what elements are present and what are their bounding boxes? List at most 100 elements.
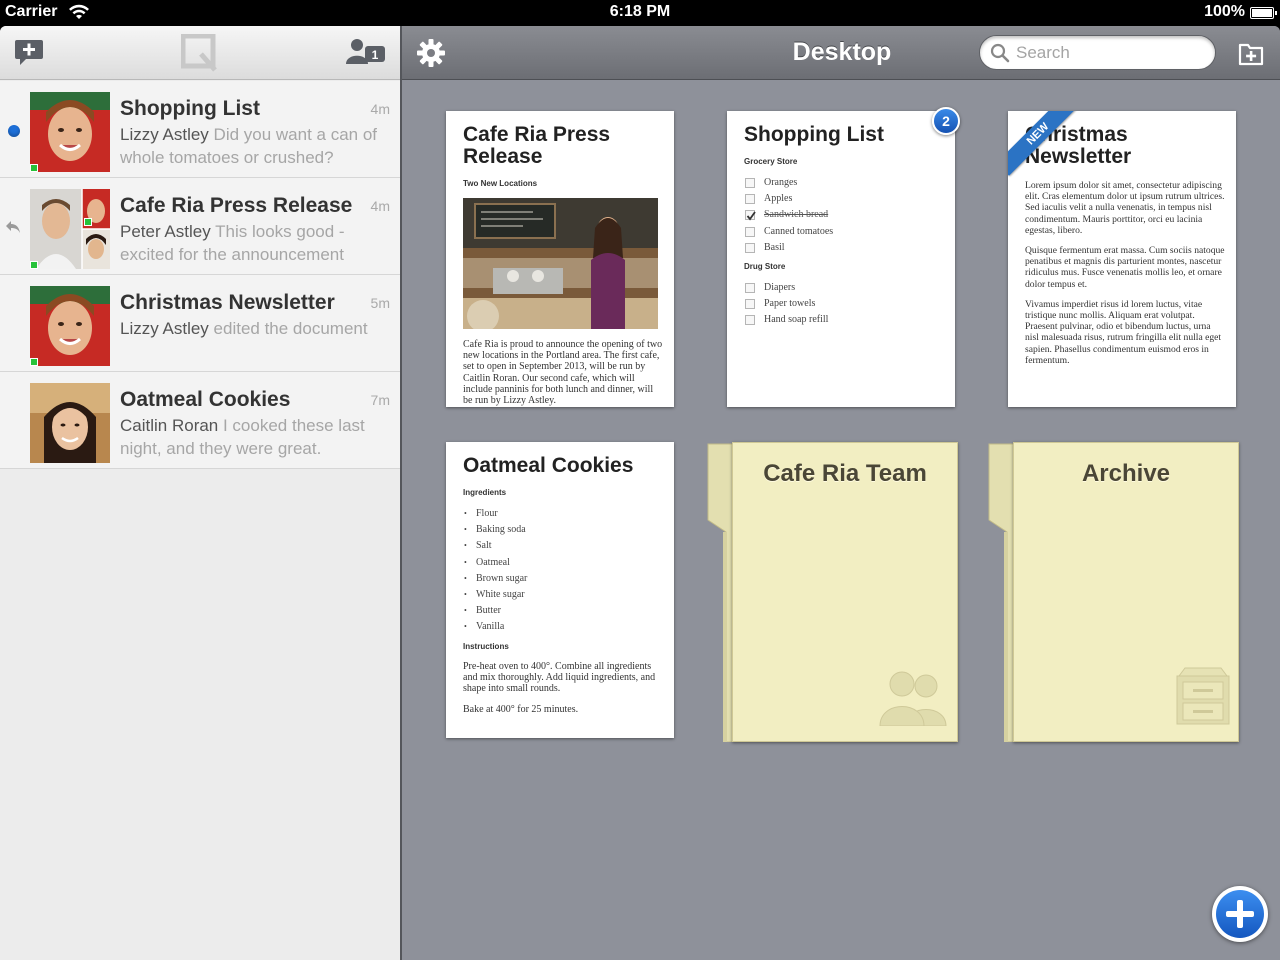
checkbox[interactable] — [745, 283, 755, 293]
document-christmas-newsletter[interactable]: Christmas Newsletter Lorem ipsum dolor s… — [1008, 111, 1236, 407]
list-item: Vanilla — [464, 621, 527, 637]
filing-cabinet-icon — [1176, 667, 1230, 725]
unread-dot-icon — [8, 125, 20, 137]
conversation-pane: 1 Shopping List 4m Lizzy Astley Did you … — [0, 26, 400, 960]
checkbox-checked[interactable] — [745, 210, 756, 221]
list-item: Brown sugar — [464, 573, 527, 589]
new-folder-icon[interactable] — [1238, 40, 1264, 66]
carrier-label: Carrier — [5, 3, 58, 20]
conversation-title: Shopping List — [120, 97, 260, 120]
section-heading: Ingredients — [463, 488, 507, 497]
folder-title: Cafe Ria Team — [763, 460, 927, 487]
plus-icon — [1216, 890, 1264, 938]
section-heading: Instructions — [463, 642, 509, 651]
list-item: Butter — [464, 605, 527, 621]
list-item: Oatmeal — [464, 557, 527, 573]
checklist: Oranges Apples Sandwich bread Canned tom… — [745, 177, 833, 258]
folder-archive[interactable]: Archive — [987, 442, 1243, 744]
folder-cafe-ria-team[interactable]: Cafe Ria Team — [706, 442, 962, 744]
checklist-item[interactable]: Paper towels — [745, 298, 828, 314]
desktop-pane: Desktop Cafe Ria Press Release Two New L… — [400, 26, 1280, 960]
conversation-title: Cafe Ria Press Release — [120, 194, 353, 217]
checklist-item[interactable]: Canned tomatoes — [745, 226, 833, 242]
document-shopping-list[interactable]: Shopping List Grocery Store Oranges Appl… — [727, 107, 960, 407]
document-title: Christmas Newsletter — [1025, 123, 1132, 168]
conversation-shopping-list[interactable]: Shopping List 4m Lizzy Astley Did you wa… — [0, 81, 400, 178]
conversation-cafe-ria-press-release[interactable]: Cafe Ria Press Release 4m Peter Astley T… — [0, 178, 400, 275]
search-box[interactable] — [979, 35, 1216, 70]
contacts-count: 1 — [372, 48, 379, 62]
compose-bubble-icon[interactable] — [14, 38, 44, 66]
page-title: Desktop — [792, 38, 892, 66]
document-body: Lorem ipsum dolor sit amet, consectetur … — [1025, 180, 1225, 366]
online-indicator — [30, 261, 38, 269]
conversation-author: Caitlin Roran — [120, 416, 219, 435]
conversation-author: Lizzy Astley — [120, 319, 209, 338]
desktop-toolbar: Desktop — [402, 26, 1280, 80]
conversation-title: Oatmeal Cookies — [120, 388, 291, 411]
conversation-christmas-newsletter[interactable]: Christmas Newsletter 5m Lizzy Astley edi… — [0, 275, 400, 372]
status-bar: Carrier 6:18 PM 100% — [0, 0, 1280, 26]
reply-arrow-icon — [6, 221, 20, 233]
conversation-time: 5m — [370, 295, 390, 311]
document-oatmeal-cookies[interactable]: Oatmeal Cookies Ingredients Flour Baking… — [446, 442, 674, 738]
document-title: Shopping List — [744, 123, 884, 146]
conversation-title: Christmas Newsletter — [120, 291, 335, 314]
checkbox[interactable] — [745, 178, 755, 188]
conversation-time: 4m — [370, 101, 390, 117]
quip-logo-icon[interactable] — [181, 34, 219, 72]
list-item: White sugar — [464, 589, 527, 605]
conversation-preview: Caitlin Roran I cooked these last night,… — [120, 415, 392, 460]
conversation-preview: Lizzy Astley edited the document — [120, 318, 392, 341]
checklist-item[interactable]: Diapers — [745, 282, 828, 298]
conversation-toolbar: 1 — [0, 26, 400, 80]
checkbox[interactable] — [745, 299, 755, 310]
checklist-item[interactable]: Oranges — [745, 177, 833, 193]
checklist-item[interactable]: Apples — [745, 193, 833, 209]
avatar-caitlin — [30, 383, 110, 463]
document-title: Oatmeal Cookies — [463, 454, 634, 477]
online-indicator — [84, 218, 92, 226]
conversation-preview: Peter Astley This looks good - excited f… — [120, 221, 392, 266]
online-indicator — [30, 358, 38, 366]
online-indicator — [30, 164, 38, 172]
add-document-button[interactable] — [1212, 886, 1268, 942]
checklist: Diapers Paper towels Hand soap refill — [745, 282, 828, 331]
checklist-item[interactable]: Basil — [745, 242, 833, 258]
checkbox[interactable] — [745, 226, 755, 237]
search-icon — [990, 43, 1010, 63]
conversation-time: 7m — [370, 392, 390, 408]
section-heading: Drug Store — [744, 262, 786, 271]
checkbox[interactable] — [745, 242, 755, 253]
clock: 6:18 PM — [609, 3, 671, 20]
wifi-icon — [69, 4, 89, 19]
checkbox[interactable] — [745, 315, 755, 326]
list-item: Salt — [464, 540, 527, 556]
conversation-author: Peter Astley — [120, 222, 211, 241]
list-item: Baking soda — [464, 524, 527, 540]
checklist-item[interactable]: Sandwich bread — [745, 209, 833, 225]
document-body: Cafe Ria is proud to announce the openin… — [463, 339, 663, 407]
conversation-author: Lizzy Astley — [120, 125, 209, 144]
document-body: Pre-heat oven to 400°. Combine all ingre… — [463, 661, 656, 715]
document-subtitle: Two New Locations — [463, 179, 538, 188]
avatar-lizzy — [30, 92, 110, 172]
search-input[interactable] — [1016, 41, 1206, 65]
team-people-icon — [879, 671, 947, 726]
checkbox[interactable] — [745, 194, 755, 205]
checklist-item[interactable]: Hand soap refill — [745, 314, 828, 330]
people-icon[interactable]: 1 — [345, 38, 387, 66]
conversation-message: edited the document — [208, 319, 368, 338]
list-item: Flour — [464, 508, 527, 524]
avatar-lizzy — [30, 286, 110, 366]
cafe-photo — [463, 198, 658, 329]
section-heading: Grocery Store — [744, 157, 798, 166]
conversation-oatmeal-cookies[interactable]: Oatmeal Cookies 7m Caitlin Roran I cooke… — [0, 372, 400, 469]
conversation-time: 4m — [370, 198, 390, 214]
gear-icon[interactable] — [416, 38, 446, 68]
document-press-release[interactable]: Cafe Ria Press Release Two New Locations — [446, 111, 674, 407]
checkmark-icon — [746, 211, 756, 221]
conversation-preview: Lizzy Astley Did you want a can of whole… — [120, 124, 392, 169]
battery-percent: 100% — [1204, 3, 1245, 20]
document-title: Cafe Ria Press Release — [463, 123, 611, 168]
